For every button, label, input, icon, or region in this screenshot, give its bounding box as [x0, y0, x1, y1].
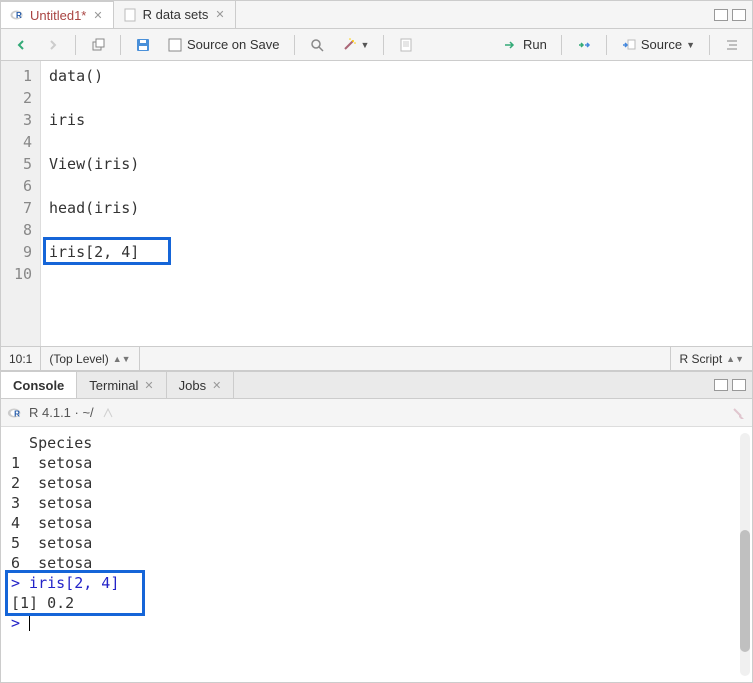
run-icon: [503, 37, 519, 53]
save-button[interactable]: [129, 33, 157, 57]
window-controls: [714, 9, 752, 21]
console-input-line[interactable]: >: [11, 613, 742, 633]
scope-selector[interactable]: (Top Level) ▲▼: [41, 347, 139, 370]
popout-icon: [90, 37, 106, 53]
window-controls-bottom: [714, 379, 752, 391]
console-output[interactable]: Species1 setosa2 setosa3 setosa4 setosa5…: [1, 427, 752, 682]
rerun-button[interactable]: [570, 33, 598, 57]
tab-label: Jobs: [179, 378, 206, 393]
console-tab[interactable]: Jobs ✕: [167, 372, 235, 398]
console-tab[interactable]: Terminal ✕: [77, 372, 166, 398]
notebook-icon: [398, 37, 414, 53]
maximize-pane-button[interactable]: [732, 379, 746, 391]
line-gutter: 12345678910: [1, 61, 41, 346]
find-button[interactable]: [303, 33, 331, 57]
close-icon[interactable]: ✕: [144, 379, 153, 392]
console-tabbar: Console Terminal ✕ Jobs ✕: [1, 371, 752, 399]
code-line[interactable]: [49, 175, 744, 197]
close-icon[interactable]: ✕: [212, 379, 221, 392]
editor-tab[interactable]: R data sets ✕: [114, 1, 236, 28]
highlight-box: [43, 237, 171, 265]
console-output-line: 3 setosa: [11, 493, 742, 513]
source-on-save-label: Source on Save: [187, 37, 280, 52]
close-icon[interactable]: ✕: [213, 8, 226, 21]
arrow-right-icon: [45, 37, 61, 53]
minimize-pane-button[interactable]: [714, 9, 728, 21]
r-logo-icon: R: [9, 7, 25, 23]
share-icon[interactable]: [100, 405, 116, 421]
source-label: Source: [641, 37, 682, 52]
console-toolbar: R R 4.1.1 · ~/: [1, 399, 752, 427]
cursor-position: 10:1: [1, 347, 41, 370]
code-area[interactable]: data()irisView(iris)head(iris)iris[2, 4]: [41, 61, 752, 346]
search-icon: [309, 37, 325, 53]
tab-label: Terminal: [89, 378, 138, 393]
code-line[interactable]: [49, 263, 744, 285]
console-pane: Console Terminal ✕ Jobs ✕ R R 4.1.1 · ~/ Spe…: [1, 371, 752, 682]
rerun-icon: [576, 37, 592, 53]
tab-label: R data sets: [143, 7, 209, 22]
tab-label: Untitled1*: [30, 8, 86, 23]
console-tab[interactable]: Console: [1, 372, 77, 398]
close-icon[interactable]: ✕: [91, 9, 104, 22]
nav-back-button[interactable]: [7, 33, 35, 57]
highlight-box: [5, 570, 145, 616]
console-header: R 4.1.1 · ~/: [29, 405, 94, 420]
nav-fwd-button[interactable]: [39, 33, 67, 57]
editor-pane: R Untitled1* ✕ R data sets ✕ Source on Save …: [1, 1, 752, 371]
console-output-line: 1 setosa: [11, 453, 742, 473]
svg-text:R: R: [16, 11, 22, 20]
outline-button[interactable]: [718, 33, 746, 57]
run-label: Run: [523, 37, 547, 52]
maximize-pane-button[interactable]: [732, 9, 746, 21]
console-output-line: 4 setosa: [11, 513, 742, 533]
arrow-left-icon: [13, 37, 29, 53]
tab-label: Console: [13, 378, 64, 393]
code-editor[interactable]: 12345678910 data() iris View(iris) head(iri…: [1, 61, 752, 346]
save-icon: [135, 37, 151, 53]
code-line[interactable]: head(iris): [49, 197, 744, 219]
code-line[interactable]: [49, 131, 744, 153]
editor-tabbar: R Untitled1* ✕ R data sets ✕: [1, 1, 752, 29]
report-button[interactable]: [392, 33, 420, 57]
editor-toolbar: Source on Save ▼ Run Source ▼: [1, 29, 752, 61]
scrollbar[interactable]: [740, 433, 750, 676]
console-output-line: 5 setosa: [11, 533, 742, 553]
source-button[interactable]: Source ▼: [615, 33, 701, 57]
code-line[interactable]: iris: [49, 109, 744, 131]
checkbox-empty-icon: [167, 37, 183, 53]
outline-icon: [724, 37, 740, 53]
code-line[interactable]: [49, 87, 744, 109]
wand-button[interactable]: ▼: [335, 33, 376, 57]
editor-tab[interactable]: R Untitled1* ✕: [1, 1, 114, 28]
code-line[interactable]: data(): [49, 65, 744, 87]
run-button[interactable]: Run: [497, 33, 553, 57]
source-icon: [621, 37, 637, 53]
r-logo-icon: R: [7, 405, 23, 421]
console-output-line: 2 setosa: [11, 473, 742, 493]
source-on-save-toggle[interactable]: Source on Save: [161, 33, 286, 57]
broom-icon[interactable]: [730, 405, 746, 421]
wand-icon: [341, 37, 357, 53]
doc-icon: [122, 7, 138, 23]
minimize-pane-button[interactable]: [714, 379, 728, 391]
console-output-line: Species: [11, 433, 742, 453]
popout-button[interactable]: [84, 33, 112, 57]
svg-text:R: R: [14, 409, 20, 418]
editor-statusbar: 10:1 (Top Level) ▲▼ R Script ▲▼: [1, 346, 752, 370]
lang-selector[interactable]: R Script ▲▼: [670, 347, 752, 370]
code-line[interactable]: View(iris): [49, 153, 744, 175]
